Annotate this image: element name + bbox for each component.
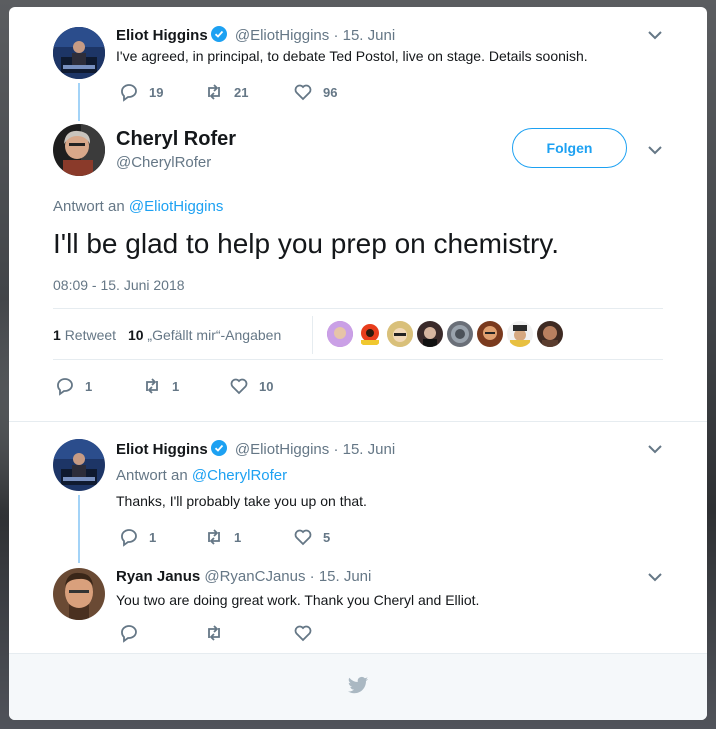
- reply-count: 1: [85, 378, 93, 394]
- tweet-text: Thanks, I'll probably take you up on tha…: [116, 493, 367, 509]
- reply-icon: [121, 625, 137, 643]
- avatar-cheryl-rofer[interactable]: [53, 124, 105, 176]
- avatar-image: [53, 27, 105, 79]
- thread-line: [78, 495, 80, 563]
- avatar-image: [53, 124, 105, 176]
- reply-icon: [121, 84, 137, 102]
- like-button[interactable]: 5: [293, 527, 330, 547]
- liker-avatar[interactable]: [417, 321, 443, 347]
- reply-to-link[interactable]: @EliotHiggins: [129, 198, 223, 215]
- verified-icon: [210, 26, 227, 42]
- retweet-icon: [208, 529, 220, 545]
- avatar-eliot-higgins[interactable]: [53, 27, 105, 79]
- retweet-count: 21: [234, 84, 249, 100]
- retweet-count: 1: [172, 378, 180, 394]
- liker-avatar[interactable]: [537, 321, 563, 347]
- tweet-text: You two are doing great work. Thank you …: [116, 592, 480, 608]
- reply-count: 1: [149, 529, 157, 545]
- main-author-name[interactable]: Cheryl Rofer: [116, 128, 236, 151]
- like-button[interactable]: [293, 623, 313, 643]
- like-count: 10: [259, 378, 274, 394]
- retweet-button[interactable]: 1: [142, 376, 179, 396]
- follow-button[interactable]: Folgen: [512, 128, 627, 168]
- like-stat-label[interactable]: „Gefällt mir“-Angaben: [147, 327, 281, 343]
- main-timestamp[interactable]: 08:09 - 15. Juni 2018: [53, 277, 185, 293]
- retweet-stat-label[interactable]: Retweet: [65, 327, 116, 343]
- tweet-date[interactable]: · 15. Juni: [310, 568, 372, 585]
- divider: [9, 421, 707, 422]
- like-icon: [294, 84, 312, 101]
- like-icon: [230, 378, 248, 395]
- avatar-image: [53, 568, 105, 620]
- liker-avatar[interactable]: [327, 321, 353, 347]
- reply-button[interactable]: 1: [55, 376, 92, 396]
- tweet-modal: Eliot Higgins @EliotHiggins · 15. Juni I…: [9, 7, 707, 720]
- twitter-bird-icon: [347, 676, 369, 694]
- reply-prefix: Antwort an: [116, 467, 188, 484]
- retweet-button[interactable]: [204, 623, 224, 643]
- avatar-ryan-janus[interactable]: [53, 568, 105, 620]
- reply-count: 19: [149, 84, 164, 100]
- reply-button[interactable]: [119, 623, 139, 643]
- like-count: 5: [323, 529, 331, 545]
- tweet-date[interactable]: · 15. Juni: [333, 441, 395, 458]
- author-handle[interactable]: @EliotHiggins: [235, 441, 329, 458]
- chevron-down-icon[interactable]: [645, 25, 665, 45]
- like-button[interactable]: 10: [229, 376, 273, 396]
- tweet-text: I've agreed, in principal, to debate Ted…: [116, 48, 588, 64]
- like-icon: [294, 529, 312, 546]
- modal-footer: [9, 653, 707, 720]
- thread-line: [78, 83, 80, 121]
- divider: [53, 308, 663, 309]
- liker-avatar[interactable]: [477, 321, 503, 347]
- reply-prefix: Antwort an: [53, 198, 125, 215]
- retweet-count: 1: [234, 529, 242, 545]
- reply-button[interactable]: 19: [119, 82, 163, 102]
- liker-avatar[interactable]: [507, 321, 533, 347]
- like-stat-count[interactable]: 10: [128, 327, 144, 343]
- chevron-down-icon[interactable]: [645, 140, 665, 160]
- author-name[interactable]: Eliot Higgins: [116, 27, 208, 44]
- liker-avatar[interactable]: [357, 321, 383, 347]
- like-button[interactable]: 96: [293, 82, 337, 102]
- avatar-eliot-higgins[interactable]: [53, 439, 105, 491]
- retweet-icon: [208, 625, 220, 641]
- retweet-button[interactable]: 1: [204, 527, 241, 547]
- reply-icon: [57, 378, 73, 396]
- main-author-handle[interactable]: @CherylRofer: [116, 154, 211, 171]
- retweet-button[interactable]: 21: [204, 82, 248, 102]
- stats-divider: [312, 316, 313, 354]
- main-tweet-text: I'll be glad to help you prep on chemist…: [53, 228, 559, 259]
- author-handle[interactable]: @EliotHiggins: [235, 27, 329, 44]
- verified-icon: [210, 440, 227, 456]
- chevron-down-icon[interactable]: [645, 567, 665, 587]
- author-name[interactable]: Ryan Janus: [116, 568, 200, 585]
- author-name[interactable]: Eliot Higgins: [116, 441, 208, 458]
- divider: [53, 359, 663, 360]
- chevron-down-icon[interactable]: [645, 439, 665, 459]
- retweet-icon: [146, 378, 158, 394]
- like-icon: [294, 625, 312, 642]
- like-count: 96: [323, 84, 338, 100]
- liker-avatar[interactable]: [447, 321, 473, 347]
- reply-button[interactable]: 1: [119, 527, 156, 547]
- liker-avatar[interactable]: [387, 321, 413, 347]
- retweet-stat-count[interactable]: 1: [53, 327, 61, 343]
- author-handle[interactable]: @RyanCJanus: [204, 568, 305, 585]
- tweet-date[interactable]: · 15. Juni: [333, 27, 395, 44]
- reply-icon: [121, 529, 137, 547]
- retweet-icon: [208, 84, 220, 100]
- reply-to-link[interactable]: @CherylRofer: [192, 467, 287, 484]
- avatar-image: [53, 439, 105, 491]
